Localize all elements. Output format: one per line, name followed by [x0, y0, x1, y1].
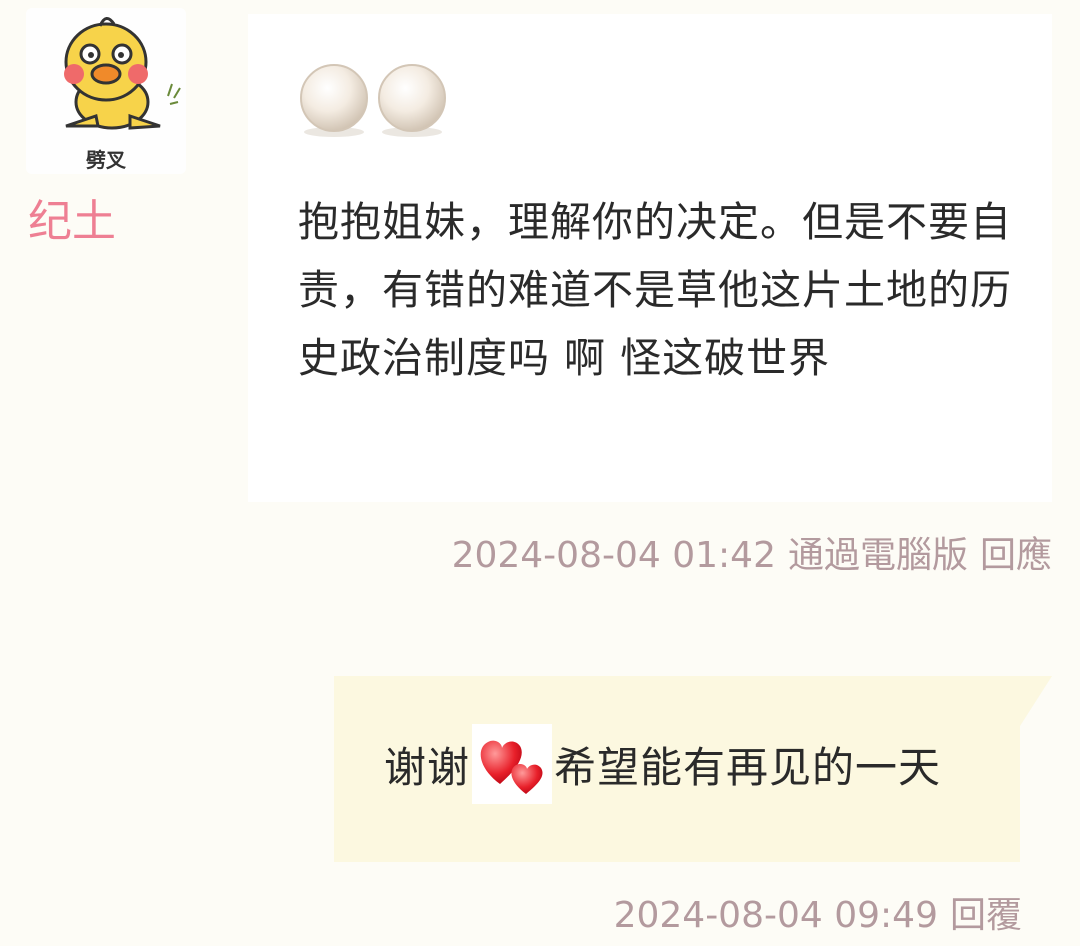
reply-text-before: 谢谢: [384, 742, 471, 792]
username[interactable]: 纪土: [28, 196, 116, 248]
emoji: [472, 724, 553, 804]
incoming-message-text: 抱抱姐妹，理解你的决定。但是不要自责，有错的难道不是草他这片土地的历史政治制度吗…: [298, 198, 1012, 382]
avatar-caption: 劈叉: [86, 148, 126, 172]
bubble-tail: [1020, 676, 1052, 726]
two-pearls-icon: [300, 64, 446, 137]
incoming-timestamp: 2024-08-04 01:42: [451, 535, 776, 576]
outgoing-message-text: 谢谢 希望能有再见的一天: [384, 722, 941, 806]
via-label: 通過電腦版: [787, 535, 968, 576]
sticker: [298, 62, 450, 140]
double-heart-icon: [480, 740, 543, 794]
reply-text-after: 希望能有再见的一天: [554, 742, 942, 792]
yellow-duck-sticker-icon: [64, 17, 181, 130]
outgoing-message-meta: 2024-08-04 09:49 回覆: [614, 886, 1022, 938]
incoming-message-meta: 2024-08-04 01:42 通過電腦版 回應: [452, 526, 1052, 578]
outgoing-timestamp: 2024-08-04 09:49: [613, 895, 938, 936]
avatar[interactable]: 劈叉: [26, 8, 186, 174]
respond-link[interactable]: 回應: [980, 535, 1052, 576]
reply-link[interactable]: 回覆: [950, 895, 1022, 936]
